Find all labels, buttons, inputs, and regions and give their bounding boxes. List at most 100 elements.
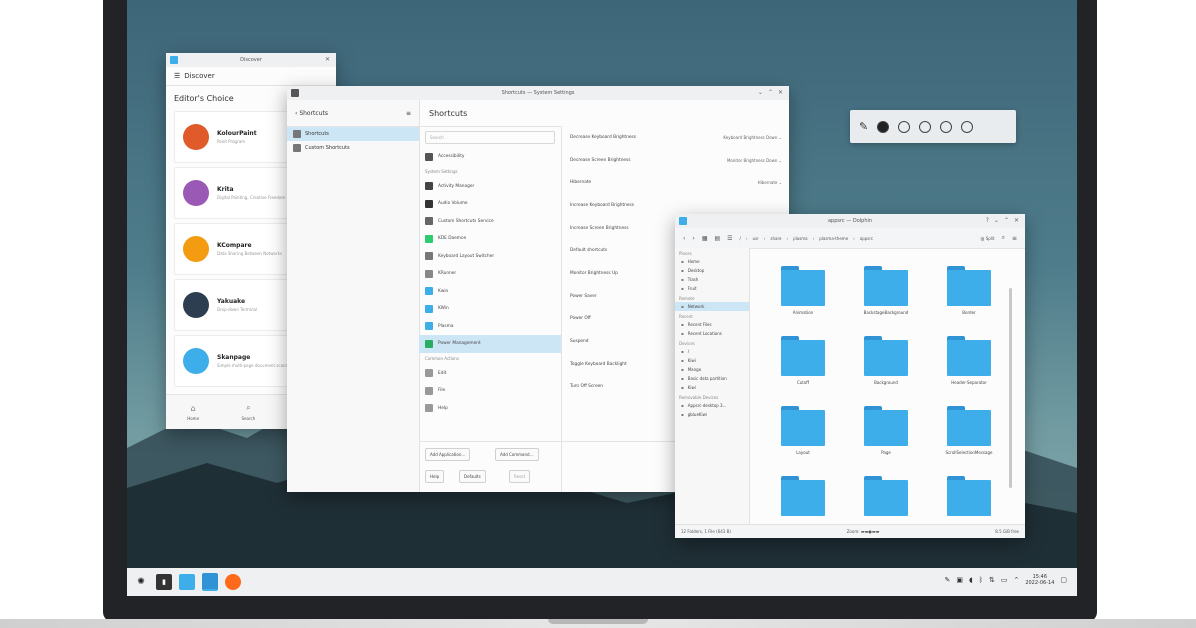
help-button[interactable]: Help	[425, 470, 445, 483]
places-item[interactable]: ▪ Trash	[675, 275, 749, 284]
battery-icon[interactable]: ▭	[1001, 576, 1008, 584]
list-item[interactable]: KWin	[419, 300, 561, 318]
folder-label[interactable]: Page	[851, 450, 921, 455]
folder-label[interactable]: Animation	[768, 310, 838, 315]
folder-label[interactable]: Layout	[768, 450, 838, 455]
breadcrumb-item[interactable]: appsrc	[860, 236, 873, 241]
files-taskbar-icon[interactable]	[202, 573, 218, 591]
folder-icon[interactable]	[864, 336, 908, 376]
places-item[interactable]: ▪ Fruit	[675, 284, 749, 293]
help-icon[interactable]: ?	[986, 217, 989, 224]
pen-size-dot[interactable]	[940, 120, 953, 133]
close-icon[interactable]: ✕	[1014, 217, 1019, 224]
shortcut-row[interactable]: Decrease Screen Brightness Monitor Bright…	[562, 149, 789, 172]
compact-view-icon[interactable]: ▤	[714, 235, 720, 242]
split-button[interactable]: ▥ Split	[981, 236, 995, 241]
breadcrumb-item[interactable]: plasma-theme	[819, 236, 848, 241]
close-icon[interactable]: ✕	[325, 56, 330, 63]
list-item[interactable]: Plasma	[419, 318, 561, 336]
hamburger-icon[interactable]: ≡	[406, 110, 411, 117]
clipboard-icon[interactable]: ▣	[956, 576, 963, 584]
list-item[interactable]: File	[419, 382, 561, 400]
minimize-icon[interactable]: ⌄	[994, 217, 999, 224]
pen-size-dot[interactable]	[961, 120, 974, 133]
icons-view-icon[interactable]: ▦	[702, 235, 708, 242]
places-item[interactable]: ▪ Kiwi	[675, 356, 749, 365]
folder-label[interactable]: Cutoff	[768, 380, 838, 385]
pen-size-dot[interactable]	[919, 120, 932, 133]
places-item[interactable]: ▪ Recent Locations	[675, 329, 749, 338]
clock[interactable]: 15:46 2022-06-14	[1025, 574, 1054, 586]
breadcrumb-item[interactable]: usr	[753, 236, 759, 241]
places-item[interactable]: ▪ Home	[675, 257, 749, 266]
pen-icon[interactable]: ✎	[859, 120, 868, 133]
forward-icon[interactable]: ›	[692, 235, 694, 242]
defaults-button[interactable]: Defaults	[459, 470, 486, 483]
terminal-icon[interactable]: ▮	[156, 574, 172, 590]
places-item[interactable]: ▪ Kiwi	[675, 383, 749, 392]
app-launcher-icon[interactable]: ✺	[133, 574, 149, 590]
breadcrumb-item[interactable]: share	[770, 236, 781, 241]
back-button[interactable]: ‹ Shortcuts	[295, 110, 328, 117]
folder-icon[interactable]	[947, 266, 991, 306]
folder-label[interactable]: Border	[934, 310, 1004, 315]
show-desktop-icon[interactable]: ▢	[1060, 576, 1067, 584]
network-icon[interactable]: ⇅	[989, 576, 995, 584]
folder-label[interactable]: BackstageBackground	[851, 310, 921, 315]
folder-label[interactable]: Background	[851, 380, 921, 385]
zoom-slider[interactable]: Zoom: ▬▬●▬▬	[847, 529, 880, 534]
places-item[interactable]: ▪ Network	[675, 302, 749, 311]
shortcuts-titlebar[interactable]: Shortcuts — System Settings ⌄ ⌃ ✕	[287, 86, 789, 100]
pen-size-dot[interactable]	[877, 120, 890, 133]
list-item[interactable]: Help	[419, 400, 561, 418]
folder-label[interactable]: Header-Separator	[934, 380, 1004, 385]
folder-icon[interactable]	[781, 266, 825, 306]
expand-tray-icon[interactable]: ⌃	[1013, 576, 1019, 584]
places-item[interactable]: ▪ Desktop	[675, 266, 749, 275]
details-view-icon[interactable]: ☰	[727, 235, 732, 242]
folder-icon[interactable]	[864, 406, 908, 446]
firefox-icon[interactable]	[225, 574, 241, 590]
places-item[interactable]: ▪ Mango	[675, 365, 749, 374]
list-item[interactable]: Power Management	[419, 335, 561, 353]
back-icon[interactable]: ‹	[683, 235, 685, 242]
reset-button[interactable]: Reset	[509, 470, 531, 483]
minimize-icon[interactable]: ⌄	[758, 89, 763, 96]
dolphin-titlebar[interactable]: appsrc — Dolphin ? ⌄ ⌃ ✕	[675, 214, 1025, 228]
menu-icon[interactable]: ≡	[1012, 235, 1017, 242]
list-item[interactable]: Activity Manager	[419, 178, 561, 196]
sidebar-item-shortcuts[interactable]: Shortcuts	[287, 127, 419, 141]
breadcrumb-item[interactable]: plasma	[793, 236, 808, 241]
list-item[interactable]: KDE Daemon	[419, 230, 561, 248]
shortcut-row[interactable]: Hibernate Hibernate ⌄	[562, 171, 789, 194]
places-item[interactable]: ▪ Recent Files	[675, 320, 749, 329]
list-item[interactable]: KRunner	[419, 265, 561, 283]
search-icon[interactable]: ⌕	[1002, 234, 1005, 242]
folder-icon[interactable]	[947, 476, 991, 516]
folder-icon[interactable]	[947, 406, 991, 446]
maximize-icon[interactable]: ⌃	[768, 89, 773, 96]
scrollbar[interactable]	[1009, 288, 1012, 488]
list-item[interactable]: Kwin	[419, 283, 561, 301]
folder-icon[interactable]	[864, 476, 908, 516]
folder-icon[interactable]	[864, 266, 908, 306]
pen-size-dot[interactable]	[898, 120, 911, 133]
places-item[interactable]: ▪ /	[675, 347, 749, 356]
list-item[interactable]: Accessibility	[419, 148, 561, 166]
menu-icon[interactable]: ☰	[174, 72, 180, 80]
breadcrumb-item[interactable]: /	[740, 236, 741, 241]
dolphin-window[interactable]: appsrc — Dolphin ? ⌄ ⌃ ✕ ‹ › ▦ ▤ ☰ / › usr › sh…	[675, 214, 1025, 538]
tab-search[interactable]: ⌕ Search	[241, 403, 255, 421]
list-item[interactable]: Custom Shortcuts Service	[419, 213, 561, 231]
folder-icon[interactable]	[781, 336, 825, 376]
folder-icon[interactable]	[781, 476, 825, 516]
places-item[interactable]: ▪ gblueKiwi	[675, 410, 749, 419]
discover-taskbar-icon[interactable]	[179, 574, 195, 590]
discover-titlebar[interactable]: Discover ✕	[166, 53, 336, 67]
list-item[interactable]: Audio Volume	[419, 195, 561, 213]
add-command-button[interactable]: Add Command…	[495, 448, 539, 461]
search-input[interactable]: Search	[425, 131, 555, 144]
places-item[interactable]: ▪ Basic data partition	[675, 374, 749, 383]
list-item[interactable]: Keyboard Layout Switcher	[419, 248, 561, 266]
folder-label[interactable]: ScrollSelectionMessage	[934, 450, 1004, 455]
